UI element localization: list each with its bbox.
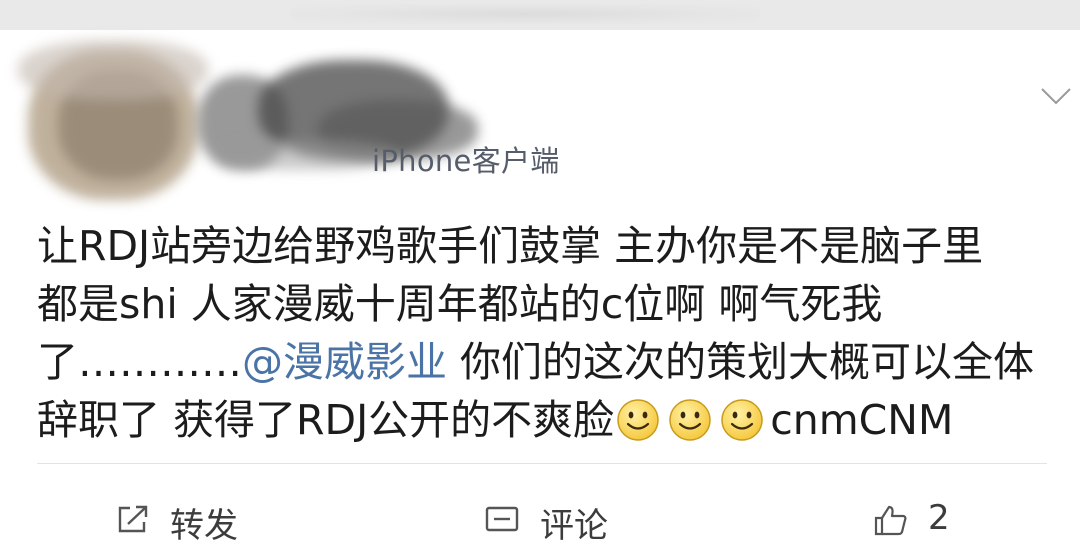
status-bar bbox=[0, 0, 1080, 30]
post-line: 了…………@漫威影业 你们的这次的策划大概可以全体 bbox=[37, 333, 1067, 391]
post-line: 辞职了 获得了RDJ公开的不爽脸 cnmCNM bbox=[37, 391, 1067, 449]
thumbs-up-icon bbox=[874, 505, 907, 536]
like-count: 2 bbox=[928, 498, 950, 538]
share-icon bbox=[118, 505, 148, 533]
post-line: 都是shi 人家漫威十周年都站的c位啊 啊气死我 bbox=[37, 280, 883, 328]
post-text-fragment: 你们的这次的策划大概可以全体 bbox=[447, 338, 1035, 386]
post-text-fragment: 了………… bbox=[37, 338, 242, 386]
forward-label: 转发 bbox=[170, 506, 238, 546]
smile-emoji bbox=[721, 399, 763, 441]
post-text-fragment: cnmCNM bbox=[770, 396, 954, 444]
mention-link[interactable]: @漫威影业 bbox=[242, 338, 447, 386]
forward-button[interactable]: 转发 bbox=[116, 498, 238, 547]
divider bbox=[37, 463, 1047, 464]
comment-icon bbox=[485, 506, 519, 532]
post-text: 让RDJ站旁边给野鸡歌手们鼓掌 主办你是不是脑子里 都是shi 人家漫威十周年都… bbox=[37, 217, 1067, 449]
like-button[interactable]: 2 bbox=[872, 498, 950, 538]
smile-emoji bbox=[669, 399, 711, 441]
smile-emoji bbox=[617, 399, 659, 441]
chevron-down-icon[interactable] bbox=[1040, 86, 1072, 106]
post-text-fragment: 辞职了 获得了RDJ公开的不爽脸 bbox=[37, 396, 615, 444]
post-line: 让RDJ站旁边给野鸡歌手们鼓掌 主办你是不是脑子里 bbox=[37, 222, 984, 270]
censored-avatar bbox=[18, 40, 488, 215]
comment-label: 评论 bbox=[540, 506, 608, 546]
censored-smudge bbox=[290, 4, 760, 24]
comment-button[interactable]: 评论 bbox=[484, 498, 608, 547]
post-source: iPhone客户端 bbox=[372, 144, 560, 178]
